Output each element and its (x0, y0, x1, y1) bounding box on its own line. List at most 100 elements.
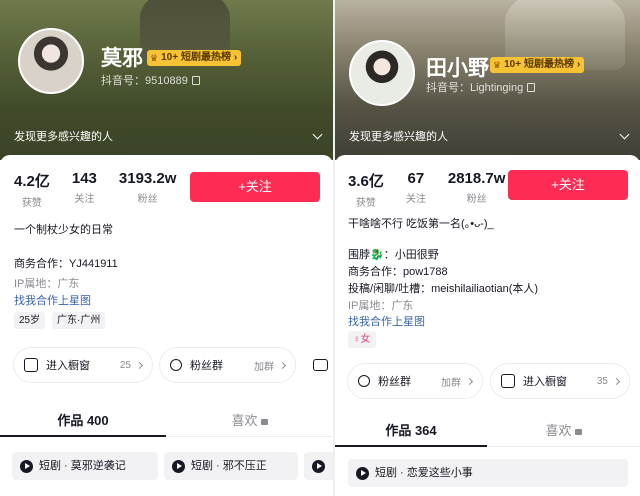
rank-label: 短剧最热榜 (181, 52, 232, 63)
stat-following-label: 关注 (405, 194, 426, 205)
fan-group-label: 粉丝群 (190, 360, 223, 372)
rank-prefix: 10+ (161, 52, 179, 63)
star-map-link[interactable]: 找我合作上星图 (14, 292, 91, 308)
tab-likes[interactable]: 喜欢 (166, 407, 333, 437)
stat-followers-num: 2818.7w (447, 170, 506, 187)
stat-following[interactable]: 67 关注 (406, 170, 426, 209)
star-map-link[interactable]: 找我合作上星图 (348, 313, 425, 329)
ip-location: IP属地：广东 (348, 300, 414, 312)
play-icon (356, 466, 369, 480)
stat-followers[interactable]: 2818.7w 粉丝 (448, 170, 506, 209)
bio: 干啥啥不行 吃饭第一名(｡•ᴗ-)_ (348, 218, 494, 230)
stat-likes-num: 4.2亿 (14, 173, 50, 190)
gender-tag: ♀女 (348, 331, 376, 348)
playlist-chip[interactable]: 短剧 · 莫邪逆袭记 (12, 452, 158, 480)
follow-button[interactable]: +关注 (508, 170, 628, 200)
content-tabs: 作品 400 喜欢 (0, 407, 333, 437)
stat-likes[interactable]: 4.2亿 获赞 (14, 170, 50, 209)
chevron-down-icon (619, 129, 630, 139)
douyin-id[interactable]: 抖音号：Lightinging (426, 79, 536, 95)
stat-following-num: 67 (407, 170, 425, 187)
crown-icon: ♛ (150, 53, 159, 63)
douyin-id[interactable]: 抖音号：9510889 (101, 72, 200, 88)
stat-likes-label: 获赞 (355, 198, 376, 209)
stat-followers-label: 粉丝 (137, 194, 158, 205)
stat-likes-num: 3.6亿 (348, 173, 384, 190)
chevron-right-icon (278, 361, 287, 369)
stat-followers[interactable]: 3193.2w 粉丝 (119, 170, 177, 209)
fan-group-join: 加群 (441, 377, 461, 389)
business-contact: 商务合作：pow1788 (348, 266, 448, 278)
group-icon (358, 375, 370, 387)
tab-works[interactable]: 作品 400 (0, 407, 166, 437)
stats-row: 3.6亿 获赞 67 关注 2818.7w 粉丝 (348, 170, 527, 209)
discover-label: 发现更多感兴趣的人 (14, 131, 113, 143)
chevron-right-icon (135, 361, 144, 369)
fan-group-button[interactable]: 粉丝群 加群 (348, 364, 482, 398)
chevron-right-icon: › (577, 59, 581, 70)
chevron-right-icon (465, 377, 474, 385)
shop-window-button[interactable]: 进入橱窗 35 (491, 364, 629, 398)
profile-card: 4.2亿 获赞 143 关注 3193.2w 粉丝 +关注 一个制杖少女的日常 … (0, 155, 333, 496)
profile-header-background: 田小野 ♛ 10+ 短剧最热榜 › 抖音号：Lightinging 发现更多感兴… (335, 0, 640, 160)
bio: 一个制杖少女的日常 (14, 224, 113, 236)
chevron-right-icon (612, 377, 621, 385)
stat-following[interactable]: 143 关注 (72, 170, 97, 209)
location-tag: 广东·广州 (52, 312, 106, 329)
rank-badge[interactable]: ♛ 10+ 短剧最热榜 › (147, 50, 242, 66)
shopping-bag-icon (24, 358, 38, 372)
playlist-chip-label: 短剧 · 邪不压正 (191, 460, 267, 472)
shop-window-count: 35 (596, 375, 608, 387)
play-icon (20, 459, 33, 473)
discover-more-row[interactable]: 发现更多感兴趣的人 (14, 128, 323, 144)
stat-followers-label: 粉丝 (466, 194, 487, 205)
rank-prefix: 10+ (504, 59, 522, 70)
douyin-id-text: 抖音号：9510889 (101, 75, 188, 87)
avatar[interactable] (18, 28, 84, 94)
discover-more-row[interactable]: 发现更多感兴趣的人 (349, 128, 630, 144)
group-icon (170, 359, 182, 371)
shopping-bag-icon (501, 374, 515, 388)
business-contact: 商务合作：YJ441911 (14, 258, 118, 270)
lock-icon (260, 419, 268, 425)
fan-group-button[interactable]: 粉丝群 加群 (160, 348, 295, 382)
lock-icon (574, 429, 582, 435)
content-tabs: 作品 364 喜欢 (335, 417, 640, 447)
tab-works[interactable]: 作品 364 (335, 417, 487, 447)
copy-icon[interactable] (527, 82, 536, 92)
profile-panel-right: 田小野 ♛ 10+ 短剧最热榜 › 抖音号：Lightinging 发现更多感兴… (335, 0, 640, 496)
profile-name: 莫邪 (101, 47, 143, 70)
stat-likes-label: 获赞 (21, 198, 42, 209)
profile-name: 田小野 (426, 57, 489, 80)
chevron-down-icon (312, 129, 323, 139)
fan-group-join: 加群 (254, 361, 274, 373)
fan-group-label: 粉丝群 (378, 376, 411, 388)
shop-window-label: 进入橱窗 (46, 360, 90, 372)
playlist-chip[interactable]: 短剧 · 恋爱这些小事 (348, 459, 628, 487)
tv-icon[interactable] (313, 359, 328, 371)
shop-window-button[interactable]: 进入橱窗 25 (14, 348, 152, 382)
follow-button[interactable]: +关注 (190, 172, 320, 202)
stats-row: 4.2亿 获赞 143 关注 3193.2w 粉丝 (14, 170, 198, 209)
ip-location: IP属地：广东 (14, 278, 80, 290)
chevron-right-icon: › (234, 52, 238, 63)
playlist-chip-partial[interactable] (304, 452, 333, 480)
copy-icon[interactable] (191, 75, 200, 85)
stat-following-label: 关注 (74, 194, 95, 205)
crown-icon: ♛ (493, 60, 502, 70)
playlist-chip-label: 短剧 · 莫邪逆袭记 (39, 460, 126, 472)
tab-likes-label: 喜欢 (545, 423, 572, 438)
contact-line: 投稿/闲聊/吐槽：meishilailiaotian(本人) (348, 283, 539, 295)
playlist-chip[interactable]: 短剧 · 邪不压正 (164, 452, 298, 480)
profile-panel-left: 莫邪 ♛ 10+ 短剧最热榜 › 抖音号：9510889 发现更多感兴趣的人 4… (0, 0, 333, 496)
age-tag: 25岁 (14, 312, 46, 329)
play-icon (172, 459, 185, 473)
profile-header-background: 莫邪 ♛ 10+ 短剧最热榜 › 抖音号：9510889 发现更多感兴趣的人 (0, 0, 333, 160)
stat-likes[interactable]: 3.6亿 获赞 (348, 170, 384, 209)
rank-label: 短剧最热榜 (524, 59, 575, 70)
rank-badge[interactable]: ♛ 10+ 短剧最热榜 › (490, 57, 585, 73)
shop-window-label: 进入橱窗 (523, 376, 567, 388)
avatar[interactable] (349, 40, 415, 106)
tab-likes[interactable]: 喜欢 (487, 417, 640, 447)
playlist-chip-label: 短剧 · 恋爱这些小事 (375, 467, 473, 479)
